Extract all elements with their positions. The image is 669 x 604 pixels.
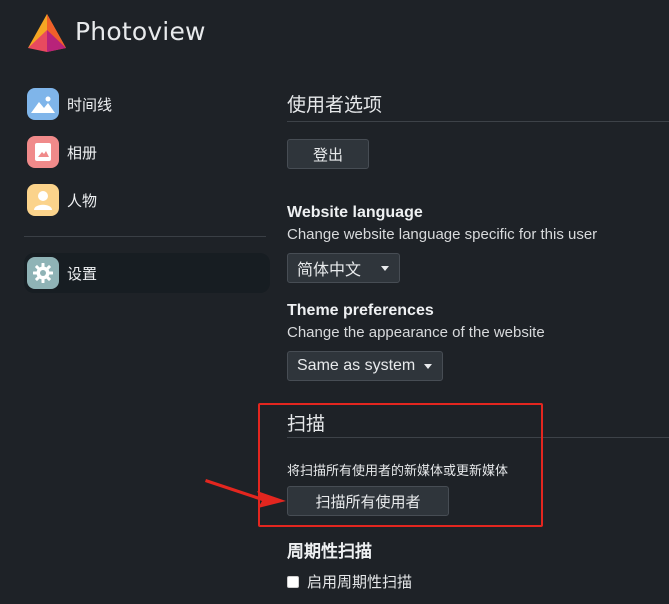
sidebar-divider (24, 236, 266, 237)
sidebar-item-label: 设置 (67, 264, 98, 283)
language-select[interactable]: 简体中文 (287, 253, 400, 283)
section-divider (287, 437, 669, 438)
chevron-down-icon (381, 266, 389, 271)
sidebar-item-timeline[interactable]: 时间线 (24, 84, 270, 124)
section-divider (287, 121, 669, 122)
sidebar-item-label: 相册 (67, 143, 98, 162)
periodic-scan-title: 周期性扫描 (287, 542, 372, 562)
person-icon (27, 184, 59, 216)
scanner-title: 扫描 (287, 413, 326, 435)
chevron-down-icon (424, 364, 432, 369)
red-arrow-icon (205, 479, 286, 508)
periodic-scan-checkbox[interactable] (287, 575, 299, 588)
checkbox-label: 启用周期性扫描 (307, 573, 413, 591)
sidebar-item-albums[interactable]: 相册 (24, 132, 270, 172)
theme-description: Change the appearance of the website (287, 324, 545, 341)
sidebar-item-label: 时间线 (67, 95, 113, 114)
logout-button[interactable]: 登出 (287, 139, 369, 169)
sidebar-item-label: 人物 (67, 191, 98, 210)
scanner-description: 将扫描所有使用者的新媒体或更新媒体 (287, 464, 509, 479)
language-selected-value: 简体中文 (297, 262, 362, 279)
user-preferences-title: 使用者选项 (287, 94, 383, 116)
enable-periodic-scan-toggle[interactable]: 启用周期性扫描 (287, 571, 412, 592)
sidebar-item-people[interactable]: 人物 (24, 180, 270, 220)
theme-title: Theme preferences (287, 302, 434, 319)
scan-all-users-button[interactable]: 扫描所有使用者 (287, 486, 449, 516)
language-description: Change website language specific for thi… (287, 226, 598, 243)
theme-select[interactable]: Same as system (287, 351, 443, 381)
photoview-logo-icon[interactable] (26, 12, 68, 54)
gear-icon (27, 257, 59, 289)
timeline-icon (27, 88, 59, 120)
sidebar-item-settings[interactable]: 设置 (24, 253, 270, 293)
album-icon (27, 136, 59, 168)
app-title: Photoview (75, 17, 206, 46)
language-title: Website language (287, 204, 423, 221)
settings-page: Photoview 时间线 相册 人物 设置 使用者选项 登出 Website … (0, 0, 669, 604)
theme-selected-value: Same as system (297, 357, 416, 374)
